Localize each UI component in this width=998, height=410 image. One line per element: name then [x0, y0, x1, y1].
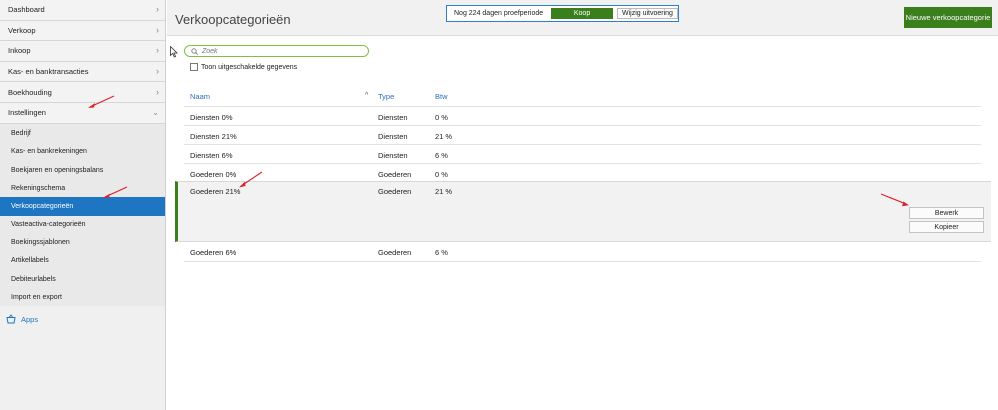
- sort-ascending-icon[interactable]: ^: [365, 92, 368, 99]
- cell-vat: 21 %: [435, 187, 453, 196]
- copy-button[interactable]: Kopieer: [909, 221, 984, 233]
- trial-banner: Nog 224 dagen proefperiode Koop Wijzig u…: [446, 5, 679, 22]
- table-row[interactable]: Diensten 21% Diensten 21 %: [184, 125, 981, 144]
- trial-text: Nog 224 dagen proefperiode: [454, 10, 544, 17]
- sidebar-item-label: Boekhouding: [8, 87, 52, 97]
- search-input[interactable]: [202, 47, 362, 55]
- cell-name: Goederen 0%: [190, 170, 237, 179]
- sidebar-item-verkoopcategorieen[interactable]: Verkoopcategorieën: [0, 197, 165, 216]
- change-plan-button[interactable]: Wijzig uitvoering: [616, 8, 678, 19]
- sidebar-item-boekhouding[interactable]: Boekhouding ›: [0, 82, 165, 103]
- sidebar-item-inkoop[interactable]: Inkoop ›: [0, 41, 165, 62]
- sidebar-item-dashboard[interactable]: Dashboard ›: [0, 0, 165, 21]
- chevron-right-icon: ›: [156, 86, 159, 97]
- sidebar-item-label: Instellingen: [8, 108, 46, 118]
- sidebar-item-verkoop[interactable]: Verkoop ›: [0, 20, 165, 42]
- sidebar-item-rekeningschema[interactable]: Rekeningschema: [0, 179, 165, 197]
- search-box[interactable]: [184, 45, 369, 57]
- sidebar-item-vasteactiva[interactable]: Vasteactiva-categorieën: [0, 216, 165, 234]
- cell-type: Diensten: [378, 151, 408, 160]
- cell-vat: 0 %: [435, 113, 448, 122]
- chevron-right-icon: ›: [156, 24, 159, 35]
- show-disabled-toggle[interactable]: Toon uitgeschakelde gegevens: [190, 63, 297, 71]
- cell-type: Goederen: [378, 170, 412, 179]
- cell-name: Diensten 21%: [190, 132, 237, 141]
- sidebar-item-kas-bankrekeningen[interactable]: Kas- en bankrekeningen: [0, 143, 165, 161]
- sidebar-item-import-export[interactable]: Import en export: [0, 288, 165, 306]
- sidebar-item-label: Inkoop: [8, 46, 31, 56]
- sidebar-item-label: Verkoop: [8, 25, 36, 35]
- table-header: Naam ^ Type Btw: [190, 92, 981, 104]
- sidebar: Dashboard › Verkoop › Inkoop › Kas- en bank…: [0, 0, 166, 410]
- table-row[interactable]: Diensten 6% Diensten 6 %: [184, 144, 981, 163]
- cell-vat: 6 %: [435, 248, 448, 257]
- cell-type: Goederen: [378, 187, 412, 196]
- cell-name: Diensten 6%: [190, 151, 233, 160]
- table-row[interactable]: Goederen 0% Goederen 0 %: [184, 163, 981, 182]
- sidebar-item-boekjaren[interactable]: Boekjaren en openingsbalans: [0, 161, 165, 179]
- chevron-right-icon: ›: [156, 66, 159, 77]
- new-sales-category-button[interactable]: Nieuwe verkoopcategorie: [904, 7, 992, 28]
- cell-name: Goederen 6%: [190, 248, 237, 257]
- table-row[interactable]: Diensten 0% Diensten 0 %: [184, 106, 981, 125]
- cell-name: Diensten 0%: [190, 113, 233, 122]
- cell-vat: 6 %: [435, 151, 448, 160]
- sidebar-item-bedrijf[interactable]: Bedrijf: [0, 125, 165, 143]
- basket-icon: [6, 314, 16, 324]
- column-header-type[interactable]: Type: [378, 92, 394, 101]
- show-disabled-label: Toon uitgeschakelde gegevens: [201, 63, 298, 71]
- show-disabled-checkbox[interactable]: [190, 63, 198, 71]
- sidebar-item-label: Dashboard: [8, 5, 45, 15]
- cell-vat: 21 %: [435, 132, 453, 141]
- table-divider: [184, 261, 981, 262]
- edit-button[interactable]: Bewerk: [909, 207, 984, 219]
- apps-label: Apps: [21, 314, 39, 324]
- page-header: Verkoopcategorieën Nog 224 dagen proefpe…: [167, 0, 998, 36]
- settings-submenu: Bedrijf Kas- en bankrekeningen Boekjaren…: [0, 123, 165, 307]
- sidebar-item-boekingssjablonen[interactable]: Boekingssjablonen: [0, 234, 165, 252]
- table-row-expanded[interactable]: Goederen 21% Goederen 21 % Bewerk Kopieer: [175, 181, 991, 242]
- cell-type: Diensten: [378, 132, 408, 141]
- cell-name: Goederen 21%: [190, 187, 241, 196]
- chevron-right-icon: ›: [156, 4, 159, 15]
- sidebar-item-label: Kas- en banktransacties: [8, 67, 89, 77]
- chevron-down-icon: ⌄: [152, 107, 159, 117]
- sidebar-item-artikellabels[interactable]: Artikellabels: [0, 252, 165, 270]
- cell-vat: 0 %: [435, 170, 448, 179]
- search-icon: [191, 47, 198, 55]
- sidebar-item-kas-bank[interactable]: Kas- en banktransacties ›: [0, 61, 165, 83]
- cell-type: Goederen: [378, 248, 412, 257]
- page-title: Verkoopcategorieën: [175, 12, 291, 27]
- column-header-btw[interactable]: Btw: [435, 92, 448, 101]
- sidebar-item-debiteurlabels[interactable]: Debiteurlabels: [0, 270, 165, 288]
- buy-button[interactable]: Koop: [551, 8, 613, 19]
- sidebar-item-instellingen[interactable]: Instellingen ⌄: [0, 102, 165, 124]
- main-content: Toon uitgeschakelde gegevens Naam ^ Type…: [175, 37, 991, 410]
- column-header-naam[interactable]: Naam: [190, 92, 210, 101]
- apps-link[interactable]: Apps: [0, 306, 165, 332]
- cell-type: Diensten: [378, 113, 408, 122]
- table-row[interactable]: Goederen 6% Goederen 6 %: [184, 242, 981, 261]
- mouse-cursor-icon: [170, 46, 178, 58]
- chevron-right-icon: ›: [156, 45, 159, 56]
